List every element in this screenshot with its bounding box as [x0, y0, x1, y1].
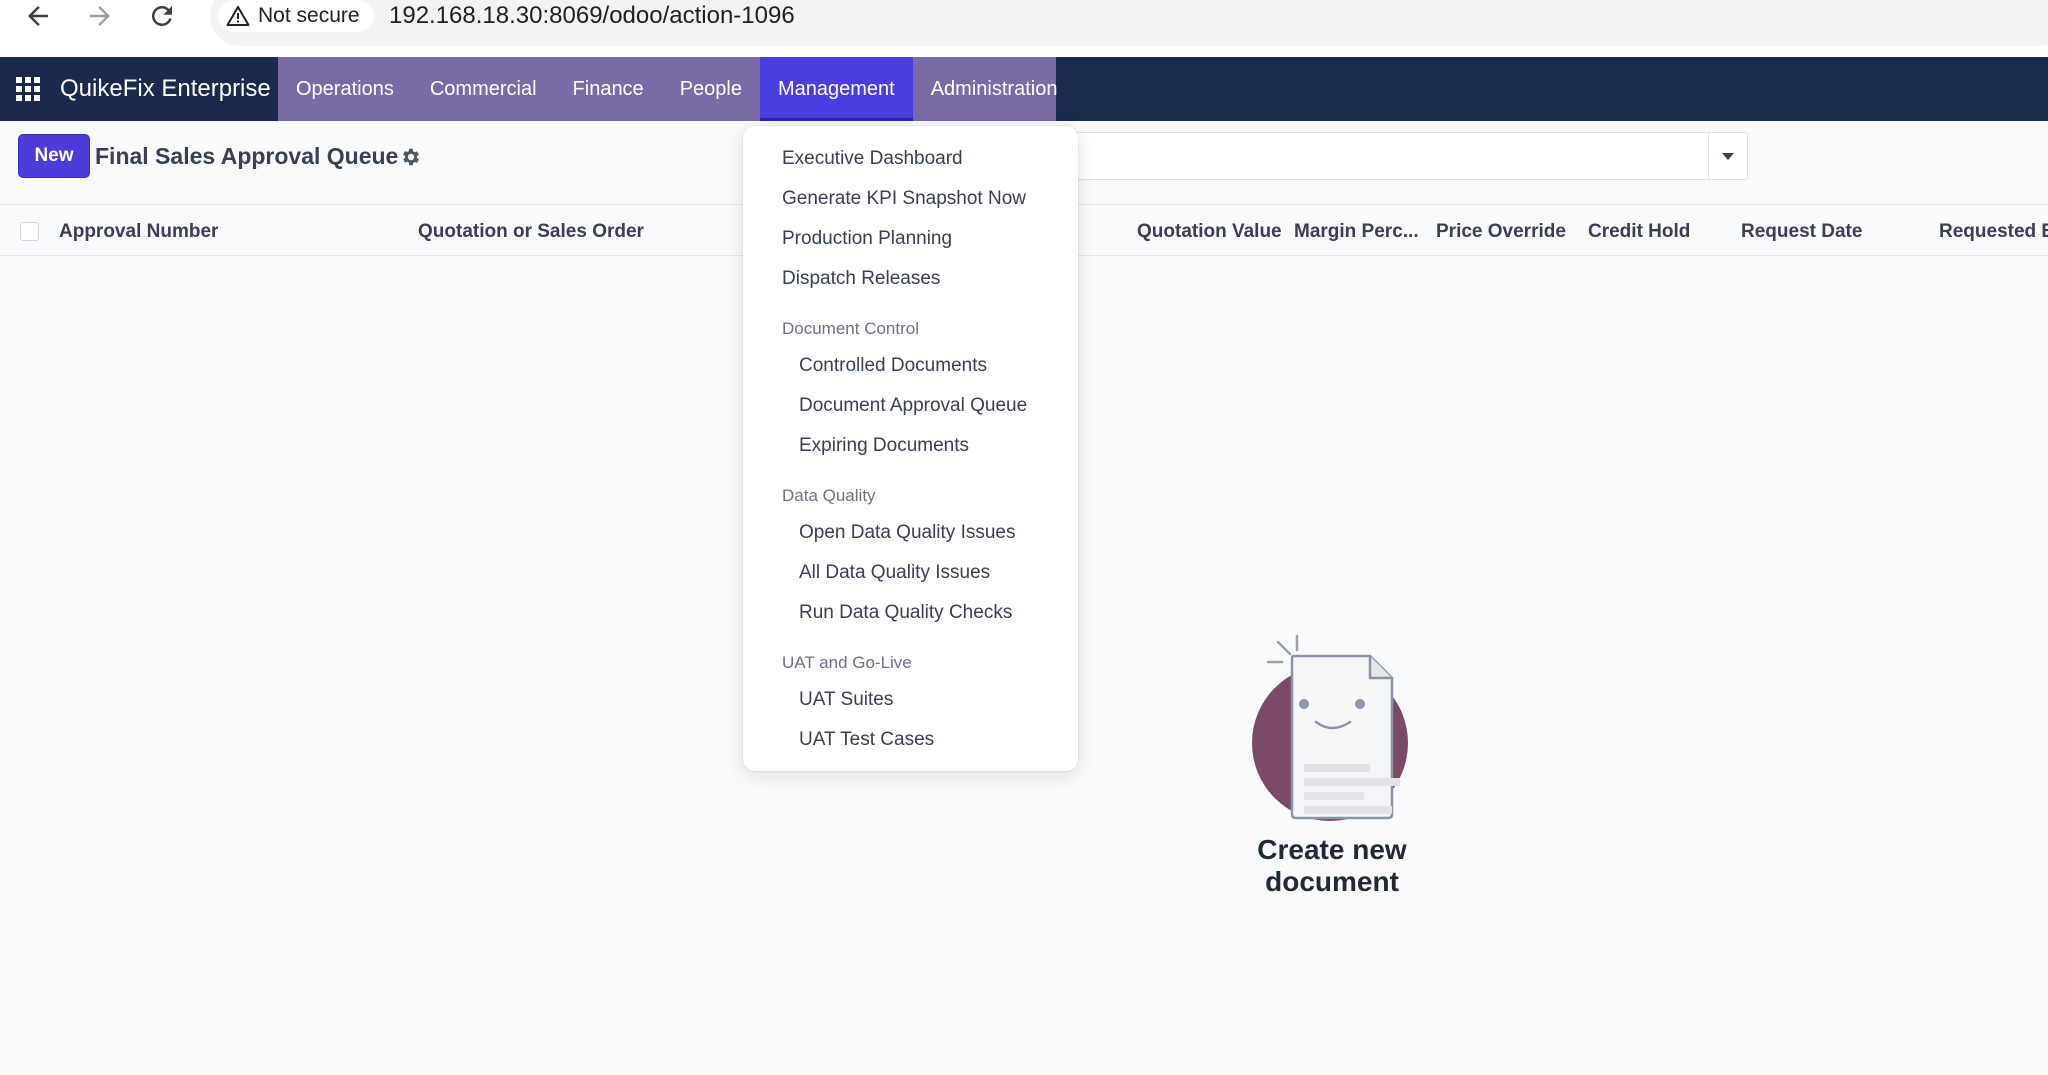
gear-icon[interactable]	[400, 146, 422, 168]
reload-button[interactable]	[136, 0, 188, 32]
browser-toolbar: Not secure 192.168.18.30:8069/odoo/actio…	[0, 0, 2048, 57]
warning-icon	[226, 6, 250, 26]
menu-item-generate-kpi-snapshot[interactable]: Generate KPI Snapshot Now	[782, 188, 1026, 210]
menu-item-uat-test-cases[interactable]: UAT Test Cases	[799, 729, 934, 751]
column-quotation-or-sales-order[interactable]: Quotation or Sales Order	[418, 221, 644, 243]
column-quotation-value[interactable]: Quotation Value	[1137, 221, 1282, 243]
menu-item-production-planning[interactable]: Production Planning	[782, 228, 952, 250]
search-input[interactable]	[1070, 132, 1708, 180]
section-header-data-quality: Data Quality	[782, 486, 876, 505]
column-request-date[interactable]: Request Date	[1741, 221, 1862, 243]
menu-item-dispatch-releases[interactable]: Dispatch Releases	[782, 268, 940, 290]
security-label: Not secure	[258, 4, 360, 27]
section-header-document-control: Document Control	[782, 319, 920, 338]
main-menu: Operations Commercial Finance People Man…	[278, 57, 1057, 121]
reload-icon	[151, 5, 172, 27]
empty-document-illustration	[1252, 634, 1408, 821]
new-button[interactable]: New	[19, 135, 89, 177]
menu-finance[interactable]: Finance	[555, 57, 662, 121]
caret-down-icon	[1722, 153, 1734, 160]
menu-item-uat-suites[interactable]: UAT Suites	[799, 689, 893, 711]
brand-name[interactable]: QuikeFix Enterprise	[60, 75, 271, 103]
column-requested-by[interactable]: Requested B	[1939, 221, 2048, 243]
menu-item-executive-dashboard[interactable]: Executive Dashboard	[782, 148, 963, 170]
menu-item-expiring-documents[interactable]: Expiring Documents	[799, 435, 969, 457]
arrow-left-icon	[28, 6, 48, 26]
apps-grid-icon[interactable]	[16, 77, 40, 101]
select-all-checkbox[interactable]	[20, 222, 39, 241]
column-price-override[interactable]: Price Override	[1436, 221, 1566, 243]
forward-button[interactable]	[74, 0, 126, 32]
management-dropdown-menu: Executive Dashboard Generate KPI Snapsho…	[743, 126, 1078, 771]
menu-item-controlled-documents[interactable]: Controlled Documents	[799, 355, 987, 377]
menu-item-document-approval-queue[interactable]: Document Approval Queue	[799, 395, 1027, 417]
empty-state-title: Create new document	[1257, 834, 1407, 897]
top-navbar: QuikeFix Enterprise Operations Commercia…	[0, 57, 2048, 121]
menu-administration[interactable]: Administration	[913, 57, 1076, 121]
menu-item-run-data-quality-checks[interactable]: Run Data Quality Checks	[799, 602, 1012, 624]
security-indicator[interactable]: Not secure	[218, 0, 374, 32]
url-text[interactable]: 192.168.18.30:8069/odoo/action-1096	[389, 0, 795, 32]
menu-management[interactable]: Management	[759, 57, 913, 121]
column-credit-hold[interactable]: Credit Hold	[1588, 221, 1690, 243]
menu-operations[interactable]: Operations	[278, 57, 412, 121]
menu-people[interactable]: People	[662, 57, 760, 121]
page-title: Final Sales Approval Queue	[95, 143, 399, 169]
section-header-uat-and-go-live: UAT and Go-Live	[782, 653, 912, 672]
brand-zone: QuikeFix Enterprise	[0, 57, 278, 121]
column-approval-number[interactable]: Approval Number	[59, 221, 218, 243]
menu-item-all-data-quality-issues[interactable]: All Data Quality Issues	[799, 562, 990, 584]
menu-commercial[interactable]: Commercial	[412, 57, 555, 121]
search-options-toggle[interactable]	[1708, 132, 1748, 180]
back-button[interactable]	[12, 0, 64, 32]
arrow-right-icon	[90, 6, 110, 26]
column-margin-percent[interactable]: Margin Perc...	[1294, 221, 1419, 243]
menu-item-open-data-quality-issues[interactable]: Open Data Quality Issues	[799, 522, 1016, 544]
